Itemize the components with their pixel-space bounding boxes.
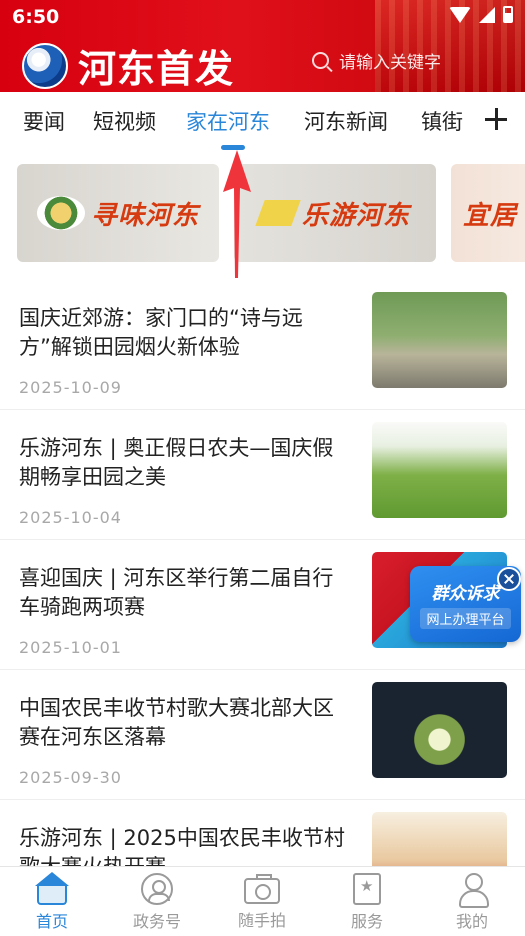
status-bar: 6:50: [0, 0, 525, 34]
logo-text: 河东首发: [78, 46, 235, 91]
tab-short-video[interactable]: 短视频: [93, 106, 156, 136]
dish-icon: [36, 196, 85, 230]
search-icon: [312, 52, 329, 69]
app-logo: 河东首发: [22, 38, 234, 92]
camera-icon: [244, 874, 280, 904]
logo-emblem-icon: [22, 42, 68, 89]
bottom-navigation: 首页 政务号 随手拍 服务 我的: [0, 866, 525, 936]
close-icon[interactable]: [497, 567, 521, 591]
nav-home[interactable]: 首页: [12, 872, 92, 932]
nav-gov-account[interactable]: 政务号: [117, 873, 197, 932]
channel-tabs: 要闻 短视频 家在河东 河东新闻 镇街: [0, 92, 525, 154]
search-placeholder: 请输入关键字: [339, 53, 441, 73]
float-ad-subtitle: 网上办理平台: [420, 608, 511, 629]
nav-label: 我的: [455, 912, 488, 931]
news-thumbnail: [372, 682, 507, 778]
banner-label: 宜居: [463, 200, 518, 231]
brush-stroke-icon: [255, 200, 301, 226]
banner-label: 乐游河东: [301, 200, 410, 231]
nav-snapshot[interactable]: 随手拍: [222, 873, 302, 931]
wifi-icon: [449, 6, 471, 23]
tab-towns[interactable]: 镇街: [421, 106, 463, 136]
nav-label: 首页: [35, 912, 68, 931]
battery-icon: [503, 6, 513, 23]
news-date: 2025-09-30: [19, 768, 122, 787]
banner-livable[interactable]: 宜居: [451, 164, 525, 262]
feature-banners: 寻味河东 乐游河东 宜居: [0, 164, 525, 264]
nav-profile[interactable]: 我的: [432, 873, 512, 932]
signal-icon: [479, 6, 495, 23]
tab-home-in-hedong[interactable]: 家在河东: [186, 106, 270, 136]
banner-label: 寻味河东: [90, 200, 199, 231]
news-item[interactable]: 国庆近郊游：家门口的“诗与远方”解锁田园烟火新体验 2025-10-09: [0, 280, 525, 410]
status-time: 6:50: [12, 6, 60, 28]
news-item[interactable]: 乐游河东 | 奥正假日农夫—国庆假期畅享田园之美 2025-10-04: [0, 410, 525, 540]
news-title: 国庆近郊游：家门口的“诗与远方”解锁田园烟火新体验: [19, 306, 303, 359]
app-header: 6:50 河东首发 请输入关键字: [0, 0, 525, 92]
service-icon: [353, 873, 381, 905]
banner-taste-hedong[interactable]: 寻味河东: [17, 164, 219, 262]
tab-hedong-news[interactable]: 河东新闻: [304, 106, 388, 136]
profile-icon: [456, 873, 489, 908]
news-item[interactable]: 中国农民丰收节村歌大赛北部大区赛在河东区落幕 2025-09-30: [0, 670, 525, 800]
home-icon: [35, 872, 69, 905]
annotation-arrow-icon: [223, 150, 251, 278]
news-title: 中国农民丰收节村歌大赛北部大区赛在河东区落幕: [19, 696, 334, 749]
news-title: 喜迎国庆 | 河东区举行第二届自行车骑跑两项赛: [19, 566, 334, 619]
search-bar[interactable]: 请输入关键字: [312, 48, 441, 73]
nav-label: 随手拍: [237, 911, 286, 930]
gov-account-icon: [141, 873, 173, 905]
news-title: 乐游河东 | 奥正假日农夫—国庆假期畅享田园之美: [19, 436, 334, 489]
banner-travel-hedong[interactable]: 乐游河东: [234, 164, 436, 262]
nav-service[interactable]: 服务: [327, 873, 407, 932]
tab-yaowen[interactable]: 要闻: [23, 106, 65, 136]
status-icons: [449, 6, 513, 23]
news-date: 2025-10-04: [19, 508, 122, 527]
news-date: 2025-10-09: [19, 378, 122, 397]
nav-label: 政务号: [132, 912, 181, 931]
news-date: 2025-10-01: [19, 638, 122, 657]
float-ad-title: 群众诉求: [431, 584, 500, 604]
news-thumbnail: [372, 422, 507, 518]
add-channel-icon[interactable]: [485, 108, 507, 130]
nav-label: 服务: [350, 912, 383, 931]
news-thumbnail: [372, 292, 507, 388]
